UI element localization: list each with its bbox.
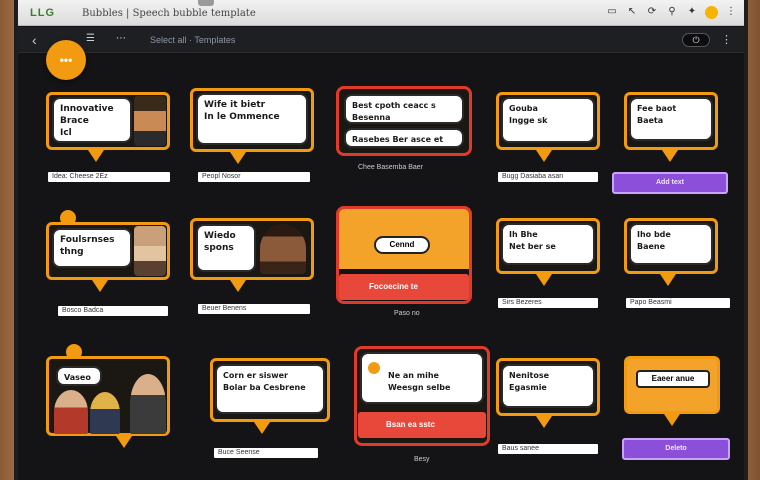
cursor-icon[interactable]: ↖: [625, 5, 639, 19]
person-avatar: [130, 374, 166, 434]
bubble-text: Ne an mihe Weesgn selbe: [388, 371, 451, 392]
card-caption: Idea: Cheese 2Ez: [48, 172, 170, 182]
bubble-tail: [230, 280, 246, 292]
bubble-tail: [664, 414, 680, 426]
add-text-button[interactable]: Add text: [612, 172, 728, 194]
speech-bubble: Wife it bietr In le Ommence: [196, 93, 308, 145]
template-card[interactable]: Ne an mihe Weesgn selbe Bsan ea sstc Bes…: [354, 346, 494, 470]
card-caption: Besy: [414, 456, 430, 463]
bubble-tail: [662, 150, 678, 162]
lightbulb-icon: [368, 362, 380, 374]
overflow-menu-icon[interactable]: ⋮: [721, 33, 732, 46]
page-title: Bubbles | Speech bubble template: [82, 8, 256, 19]
speech-bubble: Nenitose Egasmie: [501, 364, 595, 408]
template-card[interactable]: Wiedo spons Beuer Benens: [190, 218, 330, 318]
speech-bubble: Ne an mihe Weesgn selbe: [360, 352, 484, 404]
template-card[interactable]: Gouba Ingge sk Bugg Dasiaba asan: [496, 92, 606, 187]
bubble-tail: [660, 274, 676, 286]
person-avatar: [90, 392, 120, 434]
bubble-tail: [92, 280, 108, 292]
lock-icon[interactable]: ⚲: [665, 5, 679, 19]
card-caption: Paso no: [394, 310, 420, 317]
card-caption: Baus sanee: [498, 444, 598, 454]
star-icon[interactable]: ✦: [685, 5, 699, 19]
speech-bubble-secondary: Rasebes Ber asce et: [344, 128, 464, 148]
app-logo: LLG: [30, 7, 55, 19]
browser-tab-bar: LLG Bubbles | Speech bubble template ▭ ↖…: [18, 0, 744, 26]
card-caption: Beuer Benens: [198, 304, 310, 314]
template-card[interactable]: Foulsrnses thng Bosco Badca: [46, 210, 176, 320]
card-caption: Bugg Dasiaba asan: [498, 172, 598, 182]
action-bar-button[interactable]: Focoecine te: [339, 274, 469, 300]
template-card[interactable]: Wife it bietr In le Ommence Peopl Nosor: [190, 88, 320, 188]
more-icon[interactable]: ⋯: [116, 33, 126, 44]
speech-bubble: Gouba Ingge sk: [501, 97, 595, 143]
person-avatar: [134, 96, 166, 146]
speech-bubble: Corn er siswer Bolar ba Cesbrene: [215, 364, 325, 414]
template-card[interactable]: Corn er siswer Bolar ba Cesbrene Buce Se…: [210, 358, 350, 458]
template-card[interactable]: Vaseo: [46, 344, 186, 454]
card-caption: Bosco Badca: [58, 306, 168, 316]
monitor-screen: LLG Bubbles | Speech bubble template ▭ ↖…: [14, 0, 748, 480]
bubble-tail: [536, 150, 552, 162]
speech-bubble: Wiedo spons: [196, 224, 256, 272]
more-icon[interactable]: ⋮: [724, 5, 738, 19]
card-caption: Chee Basemba Baer: [358, 164, 423, 171]
template-card[interactable]: Best cpoth ceacc s Besenna Rasebes Ber a…: [336, 86, 481, 186]
menu-icon[interactable]: ☰: [86, 33, 95, 44]
breadcrumb: Select all · Templates: [150, 35, 236, 45]
person-avatar: [54, 390, 88, 434]
template-card[interactable]: Ih Bhe Net ber se Sirs Bezeres: [496, 218, 606, 313]
template-card[interactable]: Innovative Brace Icl Idea: Cheese 2Ez: [46, 92, 176, 187]
bubble-tail: [230, 152, 246, 164]
speech-bubble: Ih Bhe Net ber se: [501, 223, 595, 265]
text-pill: Eaeer anue: [636, 370, 710, 388]
person-avatar: [260, 224, 306, 274]
bubble-tail: [536, 416, 552, 428]
template-card[interactable]: Cennd Focoecine te Paso no: [336, 206, 481, 324]
card-caption: Buce Seense: [214, 448, 318, 458]
tab-handle[interactable]: [198, 0, 214, 6]
back-button[interactable]: ‹: [32, 32, 37, 48]
bubble-tail: [254, 422, 270, 434]
template-card[interactable]: Nenitose Egasmie Baus sanee: [496, 358, 606, 458]
toggle-button[interactable]: ⏻: [682, 33, 710, 47]
text-pill: Cennd: [374, 236, 430, 254]
action-bar-button[interactable]: Bsan ea sstc: [358, 412, 486, 438]
floating-action-button[interactable]: •••: [46, 40, 86, 80]
tab-bar-icons: ▭ ↖ ⟳ ⚲ ✦ ⋮: [605, 5, 738, 19]
window-icon[interactable]: ▭: [605, 5, 619, 19]
template-card[interactable]: Iho bde Baene Papo Beasmi: [624, 218, 734, 313]
template-card[interactable]: Fee baot Baeta Add text: [612, 92, 734, 197]
speech-bubble: Best cpoth ceacc s Besenna: [344, 94, 464, 124]
bubble-tail: [536, 274, 552, 286]
speech-bubble: Iho bde Baene: [629, 223, 713, 265]
card-caption: Sirs Bezeres: [498, 298, 598, 308]
speech-bubble: Vaseo: [56, 366, 102, 386]
speech-bubble: Fee baot Baeta: [629, 97, 713, 141]
person-avatar: [134, 226, 166, 276]
bubble-tail: [116, 436, 132, 448]
speech-bubble: Innovative Brace Icl: [52, 97, 132, 143]
speech-bubble: Foulsrnses thng: [52, 228, 132, 268]
card-caption: Papo Beasmi: [626, 298, 730, 308]
bubble-tail: [88, 150, 104, 162]
card-caption: Peopl Nosor: [198, 172, 310, 182]
template-card[interactable]: Eaeer anue Deleto: [622, 356, 734, 466]
refresh-icon[interactable]: ⟳: [645, 5, 659, 19]
delete-button[interactable]: Deleto: [622, 438, 730, 460]
app-toolbar: ‹ ☰ ⋯ Select all · Templates ⏻ ⋮: [18, 27, 744, 53]
profile-icon[interactable]: [705, 5, 718, 19]
